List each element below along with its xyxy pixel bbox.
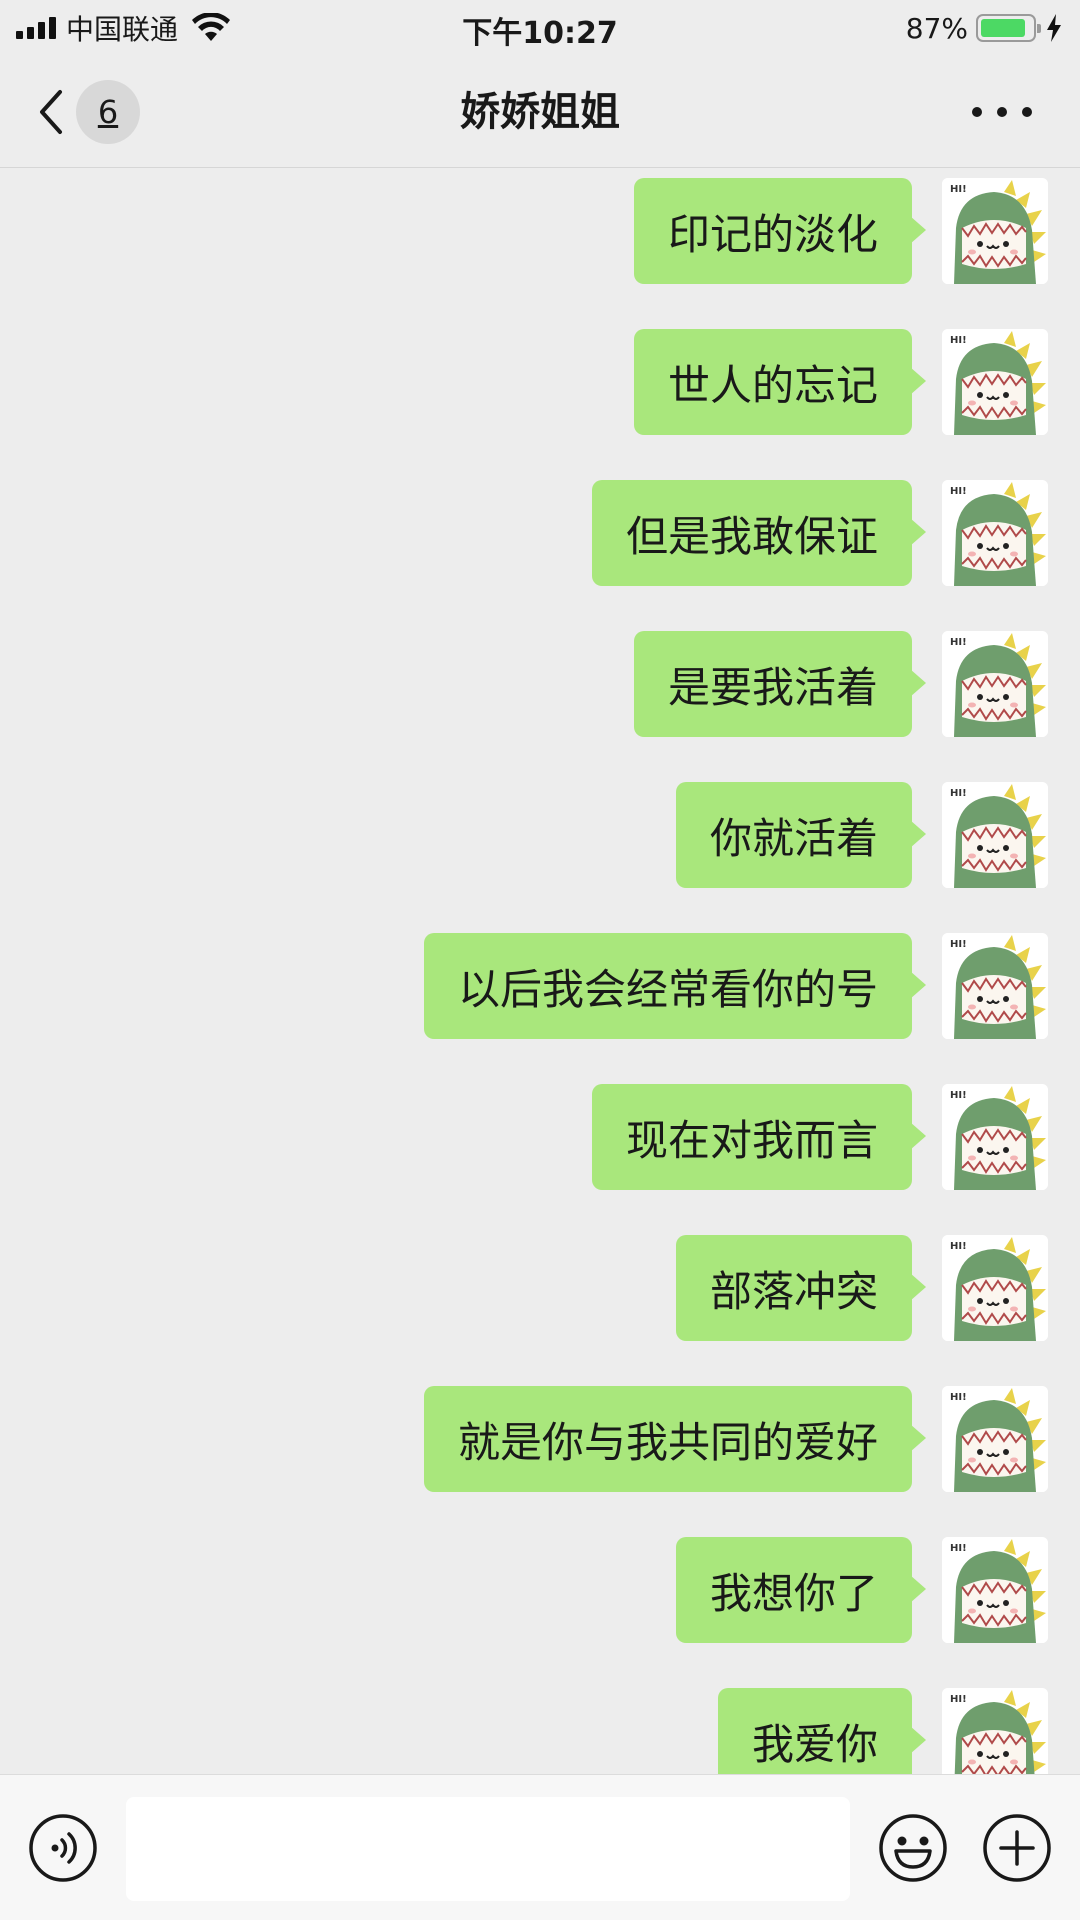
unread-count-badge: 6 [76, 80, 140, 144]
avatar[interactable]: HI! [942, 631, 1048, 737]
status-bar: 中国联通 下午10:27 87% [0, 0, 1080, 56]
green-dinosaur-avatar-icon: HI! [942, 1537, 1048, 1643]
message-row: 以后我会经常看你的号 HI! [423, 933, 1048, 1039]
more-dot-icon [997, 107, 1007, 117]
message-row: 部落冲突 HI! [675, 1235, 1048, 1341]
message-bubble[interactable]: 现在对我而言 [591, 1084, 927, 1190]
message-row: 是要我活着 HI! [633, 631, 1048, 737]
message-list[interactable]: 印记的淡化 HI! 世人的忘记 HI! 但是我敢保证 HI! 是要我活着 HI!… [0, 168, 1080, 1774]
message-bubble[interactable]: 世人的忘记 [633, 329, 927, 435]
avatar-sign-text: HI! [950, 788, 967, 799]
avatar[interactable]: HI! [942, 178, 1048, 284]
status-right: 87% [906, 10, 1062, 46]
message-bubble[interactable]: 部落冲突 [675, 1235, 927, 1341]
green-dinosaur-avatar-icon: HI! [942, 1688, 1048, 1774]
avatar-sign-text: HI! [950, 486, 967, 497]
green-dinosaur-avatar-icon: HI! [942, 178, 1048, 284]
chat-title: 娇娇姐姐 [460, 89, 620, 135]
battery-icon [976, 14, 1041, 42]
green-dinosaur-avatar-icon: HI! [942, 631, 1048, 737]
green-dinosaur-avatar-icon: HI! [942, 1084, 1048, 1190]
more-dot-icon [1022, 107, 1032, 117]
avatar[interactable]: HI! [942, 329, 1048, 435]
green-dinosaur-avatar-icon: HI! [942, 782, 1048, 888]
emoji-icon[interactable] [878, 1813, 948, 1883]
more-options-button[interactable] [972, 88, 1032, 136]
avatar[interactable]: HI! [942, 1386, 1048, 1492]
message-row: 我爱你 HI! [717, 1688, 1048, 1774]
message-bubble[interactable]: 你就活着 [675, 782, 927, 888]
message-bubble[interactable]: 以后我会经常看你的号 [423, 933, 927, 1039]
avatar-sign-text: HI! [950, 1694, 967, 1705]
avatar-sign-text: HI! [950, 1241, 967, 1252]
voice-icon[interactable] [28, 1813, 98, 1883]
input-bar [0, 1774, 1080, 1920]
avatar[interactable]: HI! [942, 480, 1048, 586]
avatar-sign-text: HI! [950, 637, 967, 648]
avatar-sign-text: HI! [950, 335, 967, 346]
avatar-sign-text: HI! [950, 939, 967, 950]
avatar-sign-text: HI! [950, 1392, 967, 1403]
charging-bolt-icon [1047, 14, 1061, 42]
green-dinosaur-avatar-icon: HI! [942, 933, 1048, 1039]
message-row: 但是我敢保证 HI! [591, 480, 1048, 586]
message-input[interactable] [126, 1797, 850, 1901]
message-row: 你就活着 HI! [675, 782, 1048, 888]
message-bubble[interactable]: 印记的淡化 [633, 178, 927, 284]
message-bubble[interactable]: 就是你与我共同的爱好 [423, 1386, 927, 1492]
avatar-sign-text: HI! [950, 1090, 967, 1101]
green-dinosaur-avatar-icon: HI! [942, 1386, 1048, 1492]
back-button[interactable]: 6 [36, 80, 146, 144]
nav-bar: 6 娇娇姐姐 [0, 56, 1080, 168]
message-row: 印记的淡化 HI! [633, 178, 1048, 284]
avatar[interactable]: HI! [942, 1537, 1048, 1643]
message-bubble[interactable]: 我爱你 [717, 1688, 927, 1774]
message-row: 就是你与我共同的爱好 HI! [423, 1386, 1048, 1492]
green-dinosaur-avatar-icon: HI! [942, 1235, 1048, 1341]
plus-icon[interactable] [982, 1813, 1052, 1883]
battery-fill [981, 19, 1025, 37]
avatar[interactable]: HI! [942, 1235, 1048, 1341]
more-dot-icon [972, 107, 982, 117]
message-bubble[interactable]: 我想你了 [675, 1537, 927, 1643]
avatar[interactable]: HI! [942, 1084, 1048, 1190]
avatar[interactable]: HI! [942, 933, 1048, 1039]
green-dinosaur-avatar-icon: HI! [942, 329, 1048, 435]
avatar-sign-text: HI! [950, 1543, 967, 1554]
avatar[interactable]: HI! [942, 782, 1048, 888]
green-dinosaur-avatar-icon: HI! [942, 480, 1048, 586]
avatar[interactable]: HI! [942, 1688, 1048, 1774]
message-bubble[interactable]: 是要我活着 [633, 631, 927, 737]
message-row: 世人的忘记 HI! [633, 329, 1048, 435]
battery-percent: 87% [905, 11, 968, 45]
message-row: 现在对我而言 HI! [591, 1084, 1048, 1190]
avatar-sign-text: HI! [950, 184, 967, 195]
message-bubble[interactable]: 但是我敢保证 [591, 480, 927, 586]
chevron-left-icon [40, 90, 62, 134]
message-row: 我想你了 HI! [675, 1537, 1048, 1643]
